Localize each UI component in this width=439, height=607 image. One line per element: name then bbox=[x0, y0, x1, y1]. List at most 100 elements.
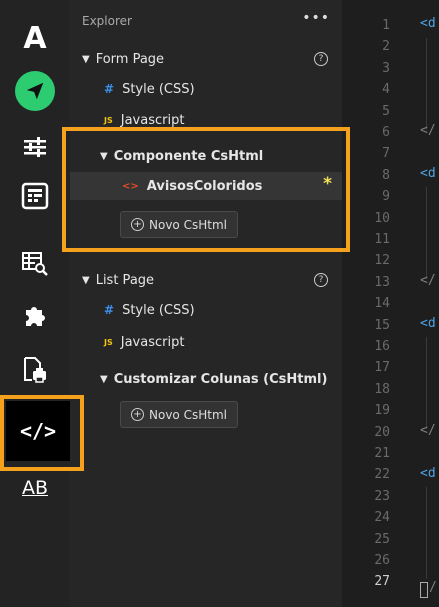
expand-triangle-icon: ▼ bbox=[82, 274, 90, 286]
tree-form-page[interactable]: ▼ Form Page ? bbox=[70, 46, 342, 72]
form-icon[interactable] bbox=[0, 172, 70, 220]
code-fragment: / bbox=[429, 580, 437, 595]
code-line-22: <d bbox=[420, 466, 436, 481]
code-line-13: </ bbox=[420, 273, 436, 288]
avisos-label: AvisosColoridos bbox=[146, 178, 263, 194]
line-number: 5 bbox=[382, 103, 390, 119]
line-number: 22 bbox=[374, 467, 390, 483]
line-number: 2 bbox=[382, 39, 390, 55]
table-search-icon[interactable] bbox=[0, 240, 70, 288]
line-number: 13 bbox=[374, 274, 390, 290]
code-fragment: <d bbox=[420, 466, 436, 481]
help-icon[interactable]: ? bbox=[314, 52, 328, 66]
code-fragment: </ bbox=[420, 273, 436, 288]
line-number: 10 bbox=[374, 210, 390, 226]
puzzle-glyph-icon bbox=[26, 307, 45, 326]
line-number: 23 bbox=[374, 488, 390, 504]
tree-list-style[interactable]: # Style (CSS) bbox=[70, 297, 342, 323]
line-number: 1 bbox=[382, 18, 390, 33]
code-fragment: </ bbox=[420, 123, 436, 138]
file-print-icon[interactable] bbox=[0, 346, 70, 394]
code-line-6: </ bbox=[420, 123, 436, 138]
code-line-1: <d bbox=[420, 16, 436, 31]
css-file-icon: # bbox=[104, 303, 115, 317]
tree-componente-cshtml[interactable]: ▼ Componente CsHtml bbox=[70, 143, 342, 169]
code-fragment: <d bbox=[420, 166, 436, 181]
tree-customizar-colunas[interactable]: ▼ Customizar Colunas (CsHtml) bbox=[70, 366, 342, 392]
form-style-label: Style (CSS) bbox=[122, 81, 195, 97]
app-logo-icon[interactable]: A bbox=[0, 14, 70, 62]
expand-triangle-icon: ▼ bbox=[82, 53, 90, 65]
plus-circle-icon: + bbox=[131, 408, 145, 421]
componente-label: Componente CsHtml bbox=[113, 148, 264, 164]
line-number: 7 bbox=[382, 146, 390, 162]
sliders-icon[interactable] bbox=[0, 123, 70, 171]
line-number: 14 bbox=[374, 296, 390, 312]
list-style-label: Style (CSS) bbox=[122, 302, 195, 318]
tree-form-javascript[interactable]: JS Javascript bbox=[70, 107, 342, 133]
form-glyph-icon bbox=[21, 182, 49, 210]
line-number: 12 bbox=[374, 253, 390, 269]
line-number: 21 bbox=[374, 446, 390, 461]
tree-form-style[interactable]: # Style (CSS) bbox=[70, 76, 342, 102]
indent-guide bbox=[426, 337, 427, 429]
novo-cshtml-label: Novo CsHtml bbox=[149, 217, 227, 232]
tree-avisos-coloridos[interactable]: <> AvisosColoridos * bbox=[70, 172, 342, 200]
js-file-icon: JS bbox=[104, 337, 113, 347]
line-number: 6 bbox=[382, 125, 390, 140]
file-print-glyph-icon bbox=[24, 357, 46, 383]
line-number: 3 bbox=[382, 60, 390, 76]
indent-guide bbox=[426, 187, 427, 279]
send-icon-circle bbox=[15, 71, 55, 111]
cshtml-file-icon: <> bbox=[122, 180, 139, 192]
tree-list-page[interactable]: ▼ List Page ? bbox=[70, 267, 342, 293]
novo-cshtml-button[interactable]: + Novo CsHtml bbox=[120, 211, 238, 238]
form-page-label: Form Page bbox=[95, 51, 165, 67]
code-line-15: <d bbox=[420, 316, 436, 331]
code-icon-label: </> bbox=[19, 419, 57, 443]
text-format-icon[interactable]: AB bbox=[0, 470, 70, 506]
form-javascript-label: Javascript bbox=[120, 112, 185, 128]
customizar-label: Customizar Colunas (CsHtml) bbox=[113, 371, 328, 387]
send-icon[interactable] bbox=[0, 67, 70, 115]
line-number: 18 bbox=[374, 381, 390, 397]
code-fragment: <d bbox=[420, 16, 436, 31]
table-search-glyph-icon bbox=[22, 252, 48, 276]
line-number: 8 bbox=[382, 167, 390, 183]
indent-guide bbox=[426, 487, 427, 579]
tree-list-javascript[interactable]: JS Javascript bbox=[70, 329, 342, 355]
line-number: 4 bbox=[382, 82, 390, 98]
sliders-glyph-icon bbox=[24, 137, 46, 157]
line-number: 26 bbox=[374, 553, 390, 568]
line-number: 20 bbox=[374, 424, 390, 440]
code-fragment: </ bbox=[420, 423, 436, 438]
line-number: 9 bbox=[382, 189, 390, 205]
explorer-title: Explorer bbox=[82, 14, 132, 28]
line-number: 16 bbox=[374, 339, 390, 354]
line-number: 24 bbox=[374, 510, 390, 526]
expand-triangle-icon: ▼ bbox=[100, 373, 108, 385]
line-number: 11 bbox=[374, 232, 390, 247]
code-editor[interactable]: 1 2 3 4 5 6 7 8 9 10 11 12 13 14 15 16 17 18 19 20 21 22 23 24 2… bbox=[342, 0, 439, 607]
line-number: 17 bbox=[374, 360, 390, 376]
unsaved-marker: * bbox=[323, 174, 332, 194]
line-number: 25 bbox=[374, 531, 390, 547]
help-icon[interactable]: ? bbox=[314, 273, 328, 287]
list-javascript-label: Javascript bbox=[120, 334, 185, 350]
novo-cshtml-button-2[interactable]: + Novo CsHtml bbox=[120, 401, 238, 428]
activity-bar: A </> AB bbox=[0, 0, 70, 607]
text-format-label: AB bbox=[21, 477, 49, 499]
code-line-20: </ bbox=[420, 423, 436, 438]
line-number: 19 bbox=[374, 403, 390, 419]
explorer-panel: Explorer ••• ▼ Form Page ? # Style (CSS)… bbox=[70, 0, 342, 607]
code-fragment: <d bbox=[420, 316, 436, 331]
more-options-icon[interactable]: ••• bbox=[302, 10, 330, 26]
puzzle-icon[interactable] bbox=[0, 291, 70, 339]
novo-cshtml-label-2: Novo CsHtml bbox=[149, 407, 227, 422]
line-number: 15 bbox=[374, 317, 390, 333]
code-icon[interactable]: </> bbox=[6, 401, 70, 461]
bracket-match-cursor bbox=[420, 582, 428, 598]
css-file-icon: # bbox=[104, 82, 115, 96]
app-logo-text: A bbox=[23, 20, 47, 56]
list-page-label: List Page bbox=[95, 272, 155, 288]
